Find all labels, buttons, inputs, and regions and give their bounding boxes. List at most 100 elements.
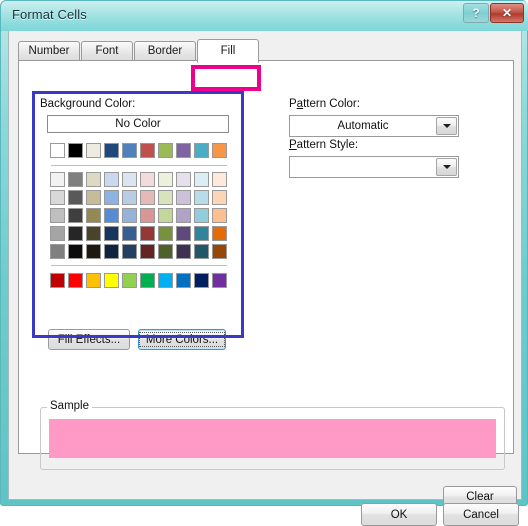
theme-tint2-swatch-8[interactable]: [194, 208, 209, 223]
theme-tint1-swatch-1[interactable]: [68, 190, 83, 205]
background-color-label: Background Color:: [40, 98, 136, 110]
sample-label: Sample: [47, 400, 92, 412]
clear-button-label: Clear: [466, 491, 494, 503]
pattern-color-value: Automatic: [337, 120, 389, 132]
theme-tint2-swatch-0[interactable]: [50, 208, 65, 223]
color-palette: [50, 143, 228, 303]
theme-color-swatch-8[interactable]: [194, 143, 209, 158]
theme-tint4-swatch-1[interactable]: [68, 244, 83, 259]
theme-tint2-swatch-4[interactable]: [122, 208, 137, 223]
close-icon[interactable]: ✕: [490, 3, 524, 23]
theme-tint0-swatch-9[interactable]: [212, 172, 227, 187]
cancel-button[interactable]: Cancel: [443, 503, 519, 526]
theme-tint0-swatch-0[interactable]: [50, 172, 65, 187]
standard-color-swatch-5[interactable]: [140, 273, 155, 288]
theme-tint3-swatch-5[interactable]: [140, 226, 155, 241]
standard-color-swatch-3[interactable]: [104, 273, 119, 288]
format-cells-dialog: Format Cells ? ✕ Number Font Border Fill…: [0, 0, 528, 526]
theme-tint1-swatch-7[interactable]: [176, 190, 191, 205]
title-bar[interactable]: Format Cells ? ✕: [1, 1, 528, 31]
theme-tint0-swatch-4[interactable]: [122, 172, 137, 187]
theme-tint2-swatch-1[interactable]: [68, 208, 83, 223]
theme-tint4-swatch-7[interactable]: [176, 244, 191, 259]
pattern-color-label: Pattern Color:: [289, 98, 360, 110]
help-icon[interactable]: ?: [463, 3, 489, 23]
theme-tint2-swatch-2[interactable]: [86, 208, 101, 223]
pattern-color-dropdown[interactable]: Automatic: [289, 115, 459, 137]
window-title: Format Cells: [12, 7, 87, 22]
theme-color-swatch-6[interactable]: [158, 143, 173, 158]
theme-tint1-swatch-0[interactable]: [50, 190, 65, 205]
theme-tint0-swatch-2[interactable]: [86, 172, 101, 187]
tab-number[interactable]: Number: [18, 41, 80, 61]
no-color-button[interactable]: No Color: [47, 115, 229, 133]
theme-tint1-swatch-8[interactable]: [194, 190, 209, 205]
theme-color-swatch-9[interactable]: [212, 143, 227, 158]
theme-tint4-swatch-6[interactable]: [158, 244, 173, 259]
pattern-style-value: [290, 157, 436, 177]
theme-tint3-swatch-0[interactable]: [50, 226, 65, 241]
ok-button[interactable]: OK: [361, 503, 437, 526]
theme-tint1-swatch-6[interactable]: [158, 190, 173, 205]
theme-tint4-swatch-8[interactable]: [194, 244, 209, 259]
fill-effects-button[interactable]: Fill Effects...: [48, 329, 130, 350]
theme-tint4-swatch-2[interactable]: [86, 244, 101, 259]
theme-tint4-swatch-0[interactable]: [50, 244, 65, 259]
tab-border[interactable]: Border: [134, 41, 196, 61]
theme-tint2-swatch-5[interactable]: [140, 208, 155, 223]
tab-fill[interactable]: Fill: [197, 39, 259, 63]
theme-tint1-swatch-5[interactable]: [140, 190, 155, 205]
theme-tint3-swatch-2[interactable]: [86, 226, 101, 241]
theme-tint3-swatch-7[interactable]: [176, 226, 191, 241]
theme-tint3-swatch-6[interactable]: [158, 226, 173, 241]
more-colors-button[interactable]: More Colors...: [138, 329, 226, 350]
theme-tint3-swatch-8[interactable]: [194, 226, 209, 241]
theme-tint1-swatch-4[interactable]: [122, 190, 137, 205]
pattern-style-label: Pattern Style:: [289, 139, 359, 151]
standard-color-swatch-2[interactable]: [86, 273, 101, 288]
standard-color-swatch-1[interactable]: [68, 273, 83, 288]
palette-separator: [51, 165, 227, 166]
theme-tint4-swatch-3[interactable]: [104, 244, 119, 259]
theme-tint4-swatch-5[interactable]: [140, 244, 155, 259]
theme-tint1-swatch-9[interactable]: [212, 190, 227, 205]
theme-tint2-swatch-7[interactable]: [176, 208, 191, 223]
theme-tint0-swatch-5[interactable]: [140, 172, 155, 187]
theme-color-swatch-4[interactable]: [122, 143, 137, 158]
theme-tint0-swatch-3[interactable]: [104, 172, 119, 187]
standard-color-swatch-6[interactable]: [158, 273, 173, 288]
theme-tint3-swatch-4[interactable]: [122, 226, 137, 241]
theme-tint0-swatch-1[interactable]: [68, 172, 83, 187]
theme-color-swatch-7[interactable]: [176, 143, 191, 158]
theme-color-swatch-1[interactable]: [68, 143, 83, 158]
theme-color-swatch-5[interactable]: [140, 143, 155, 158]
theme-tint3-swatch-9[interactable]: [212, 226, 227, 241]
theme-tint0-swatch-8[interactable]: [194, 172, 209, 187]
tab-font[interactable]: Font: [81, 41, 133, 61]
theme-tint2-swatch-6[interactable]: [158, 208, 173, 223]
theme-tint2-swatch-9[interactable]: [212, 208, 227, 223]
more-colors-button-label: More Colors...: [139, 332, 225, 347]
standard-color-swatch-7[interactable]: [176, 273, 191, 288]
standard-color-swatch-4[interactable]: [122, 273, 137, 288]
tab-strip: Number Font Border Fill: [18, 39, 514, 63]
theme-tint0-swatch-7[interactable]: [176, 172, 191, 187]
theme-tint1-swatch-3[interactable]: [104, 190, 119, 205]
theme-tint4-swatch-4[interactable]: [122, 244, 137, 259]
theme-tint1-swatch-2[interactable]: [86, 190, 101, 205]
theme-tint3-swatch-1[interactable]: [68, 226, 83, 241]
theme-tint3-swatch-3[interactable]: [104, 226, 119, 241]
theme-color-swatch-3[interactable]: [104, 143, 119, 158]
theme-color-swatch-0[interactable]: [50, 143, 65, 158]
theme-tint0-swatch-6[interactable]: [158, 172, 173, 187]
theme-color-swatch-2[interactable]: [86, 143, 101, 158]
standard-color-swatch-0[interactable]: [50, 273, 65, 288]
pattern-style-dropdown[interactable]: [289, 156, 459, 178]
standard-color-swatch-9[interactable]: [212, 273, 227, 288]
standard-color-swatch-8[interactable]: [194, 273, 209, 288]
chevron-down-icon[interactable]: [436, 117, 457, 135]
theme-tint2-swatch-3[interactable]: [104, 208, 119, 223]
theme-tint4-swatch-9[interactable]: [212, 244, 227, 259]
chevron-down-icon[interactable]: [436, 158, 457, 176]
dialog-client-area: Number Font Border Fill Background Color…: [8, 31, 522, 526]
